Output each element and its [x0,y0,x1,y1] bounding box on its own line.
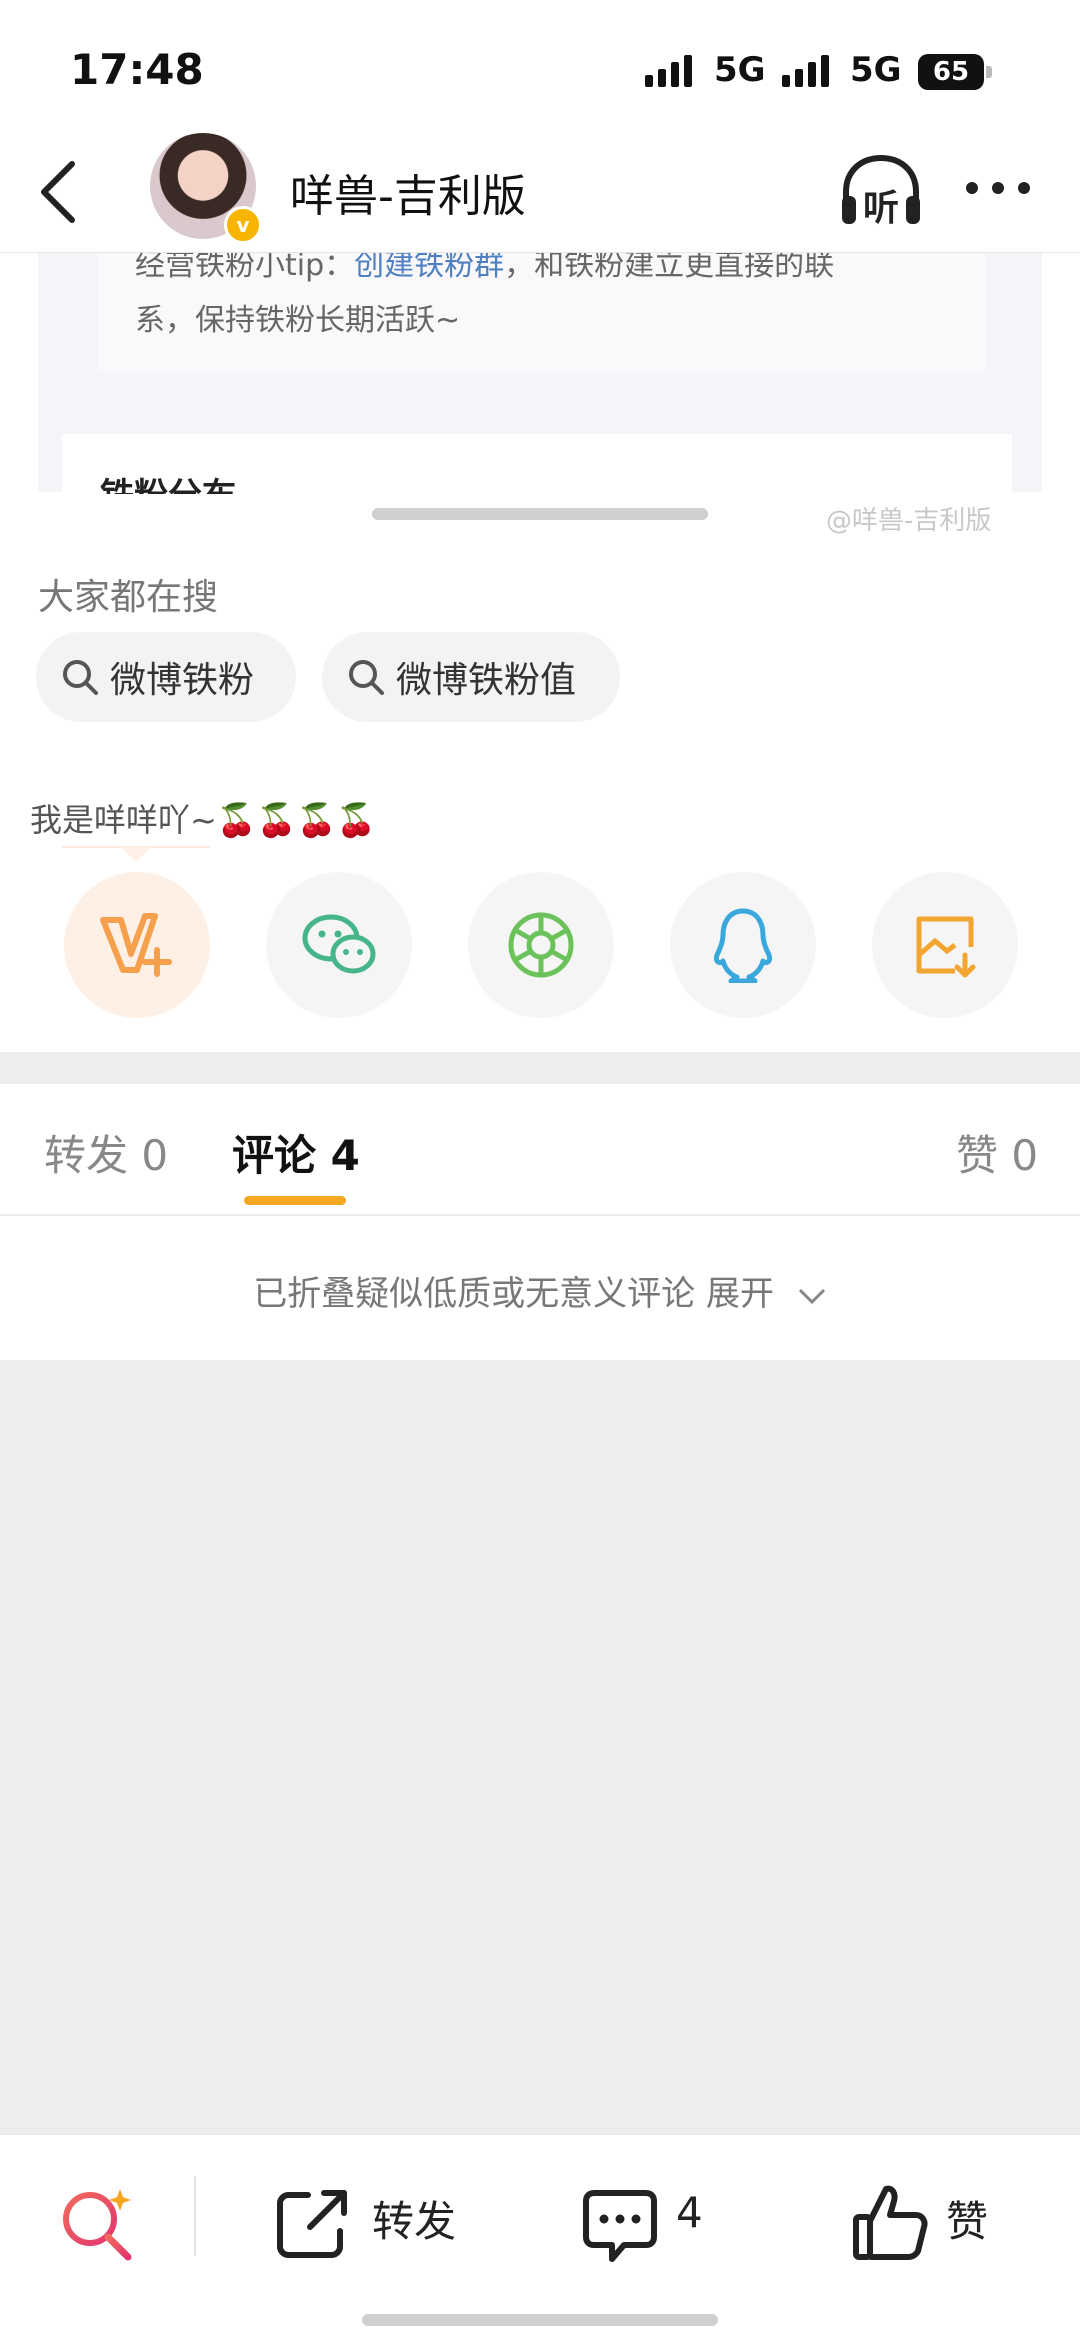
embedded-section-title: 铁粉分布 [100,468,236,494]
page-title[interactable]: 咩兽-吉利版 [290,160,526,224]
qq-icon [714,908,772,983]
moments-icon [508,912,574,978]
share-wechat-button[interactable] [266,872,412,1018]
chevron-down-icon [798,1288,825,1304]
tabs-divider [0,1214,1080,1216]
save-image-icon [916,916,976,978]
folded-comments-toggle[interactable]: 已折叠疑似低质或无意义评论 展开 [0,1266,1080,1315]
search-chip-label: 微博铁粉值 [396,660,577,701]
share-qq-button[interactable] [670,872,816,1018]
status-time: 17:48 [70,45,204,94]
like-icon[interactable] [850,2181,930,2265]
tab-repost[interactable]: 转发 0 [44,1122,168,1183]
share-preview-text: 我是咩咩吖~🍒🍒🍒🍒 [30,801,377,839]
search-icon [63,660,98,695]
tab-like[interactable]: 赞 0 [956,1122,1038,1183]
battery-icon: 65 [918,54,984,90]
active-tab-indicator [244,1196,346,1205]
status-bar: 17:48 5G 5G 65 [0,0,1080,130]
listen-icon[interactable]: 听 [838,152,924,232]
network-label-2: 5G [850,50,902,90]
empty-comments-area [0,1360,1080,2134]
v-plus-icon [100,913,172,977]
search-icon [349,660,384,695]
search-chip-1[interactable]: 微博铁粉 [36,632,296,722]
bottom-separator [194,2176,196,2256]
more-icon[interactable] [964,178,1032,198]
signal-icon [645,55,692,87]
share-moments-button[interactable] [468,872,614,1018]
network-label: 5G [714,50,766,90]
verified-badge-icon: v [224,206,262,244]
embedded-tip-text-2: 系，保持铁粉长期活跃~ [135,303,461,338]
save-image-button[interactable] [872,872,1018,1018]
tooltip-pointer [120,847,152,861]
back-icon[interactable] [36,160,80,224]
section-divider [0,1052,1080,1084]
wechat-icon [302,914,376,974]
signal-icon-2 [782,55,829,87]
folded-comments-text: 已折叠疑似低质或无意义评论 展开 [253,1274,774,1314]
ai-search-icon[interactable] [58,2185,138,2265]
image-scroll-indicator [372,508,708,520]
listen-label: 听 [863,188,899,229]
comment-icon[interactable] [580,2185,660,2265]
like-label[interactable]: 赞 [946,2188,988,2249]
battery-tip [986,66,992,78]
share-vplus-button[interactable] [64,872,210,1018]
home-indicator [362,2314,718,2326]
repost-label[interactable]: 转发 [372,2188,456,2249]
search-chip-2[interactable]: 微博铁粉值 [322,632,620,722]
share-icon[interactable] [274,2185,354,2265]
watermark: @咩兽-吉利版 [826,506,992,536]
trending-search-label: 大家都在搜 [38,577,219,618]
tab-comment[interactable]: 评论 4 [232,1122,360,1183]
search-chip-label: 微博铁粉 [110,660,255,701]
comment-count[interactable]: 4 [676,2188,703,2237]
